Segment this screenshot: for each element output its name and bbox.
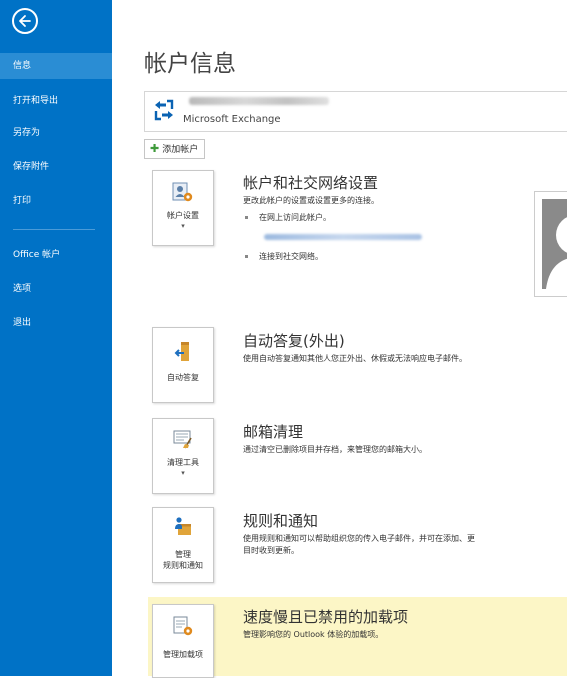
account-settings-icon	[172, 182, 193, 202]
bullet-icon	[245, 216, 248, 219]
account-type: Microsoft Exchange	[183, 114, 281, 125]
section-title-mailbox-cleanup: 邮箱清理	[243, 423, 304, 441]
account-settings-tile[interactable]: 帐户设置 ▾	[152, 170, 214, 246]
section-desc-addins: 管理影响您的 Outlook 体验的加载项。	[243, 630, 384, 639]
manage-rules-tile[interactable]: 管理 规则和通知	[152, 507, 214, 583]
add-account-button[interactable]: ✚ 添加帐户	[144, 139, 206, 159]
section-desc-rules-alerts-2: 目时收到更新。	[243, 546, 299, 555]
bullet-text: 在网上访问此帐户。	[259, 213, 331, 222]
dropdown-caret-icon: ▾	[181, 469, 185, 477]
nav-item-exit[interactable]: 退出	[0, 310, 112, 336]
nav-item-open-export[interactable]: 打开和导出	[0, 88, 112, 114]
nav-item-save-attachments[interactable]: 保存附件	[0, 154, 112, 180]
bullet-icon	[245, 255, 248, 258]
back-button[interactable]	[12, 8, 38, 34]
rules-alerts-icon	[175, 517, 191, 535]
account-selector[interactable]: Microsoft Exchange	[144, 91, 567, 132]
cleanup-tools-label: 清理工具	[167, 458, 199, 467]
bullet-access-online[interactable]: 在网上访问此帐户。	[245, 212, 331, 223]
main-content: 帐户信息 Microsoft Exchange ✚ 添加帐户 帐户设置 ▾ 帐户和…	[112, 0, 567, 678]
nav-item-office-account[interactable]: Office 帐户	[0, 242, 112, 268]
section-desc-rules-alerts-1: 使用规则和通知可以帮助组织您的传入电子邮件，并可在添加、更	[243, 534, 475, 543]
backstage-sidebar: 信息 打开和导出 另存为 保存附件 打印 Office 帐户 选项 退出	[0, 0, 112, 676]
manage-rules-label-1: 管理	[175, 550, 191, 559]
nav-item-print[interactable]: 打印	[0, 188, 112, 214]
cleanup-tools-tile[interactable]: 清理工具 ▾	[152, 418, 214, 494]
add-account-label: 添加帐户	[162, 145, 199, 155]
section-desc-mailbox-cleanup: 通过清空已删除项目并存档，来管理您的邮箱大小。	[243, 445, 427, 454]
manage-addins-tile[interactable]: 管理加载项	[152, 604, 214, 678]
nav-item-save-as[interactable]: 另存为	[0, 120, 112, 146]
section-title-addins: 速度慢且已禁用的加载项	[243, 608, 409, 626]
manage-rules-label-2: 规则和通知	[163, 561, 203, 570]
nav-item-options[interactable]: 选项	[0, 276, 112, 302]
auto-reply-tile[interactable]: 自动答复	[152, 327, 214, 403]
account-email	[189, 97, 329, 105]
person-silhouette-icon	[542, 199, 567, 289]
section-desc-account-settings: 更改此帐户的设置或设置更多的连接。	[243, 196, 379, 205]
cleanup-tools-icon	[173, 430, 192, 449]
section-desc-auto-reply: 使用自动答复通知其他人您正外出、休假或无法响应电子邮件。	[243, 354, 467, 363]
bullet-connect-social[interactable]: 连接到社交网络。	[245, 251, 323, 262]
nav-item-info[interactable]: 信息	[0, 53, 112, 79]
section-title-account-settings: 帐户和社交网络设置	[243, 174, 379, 192]
profile-photo	[542, 199, 567, 289]
nav-divider	[13, 229, 95, 230]
bullet-text: 连接到社交网络。	[259, 252, 323, 261]
section-title-rules-alerts: 规则和通知	[243, 512, 319, 530]
manage-addins-label: 管理加载项	[163, 650, 203, 659]
auto-reply-icon	[174, 342, 189, 361]
page-title: 帐户信息	[144, 51, 236, 77]
section-title-auto-reply: 自动答复(外出)	[243, 332, 345, 350]
dropdown-caret-icon: ▾	[181, 222, 185, 230]
exchange-icon	[154, 99, 174, 121]
addins-icon	[173, 616, 193, 636]
web-access-link[interactable]	[264, 234, 422, 240]
plus-icon: ✚	[150, 142, 160, 155]
auto-reply-label: 自动答复	[167, 373, 199, 382]
back-arrow-icon	[19, 15, 31, 27]
account-settings-label: 帐户设置	[167, 211, 199, 220]
